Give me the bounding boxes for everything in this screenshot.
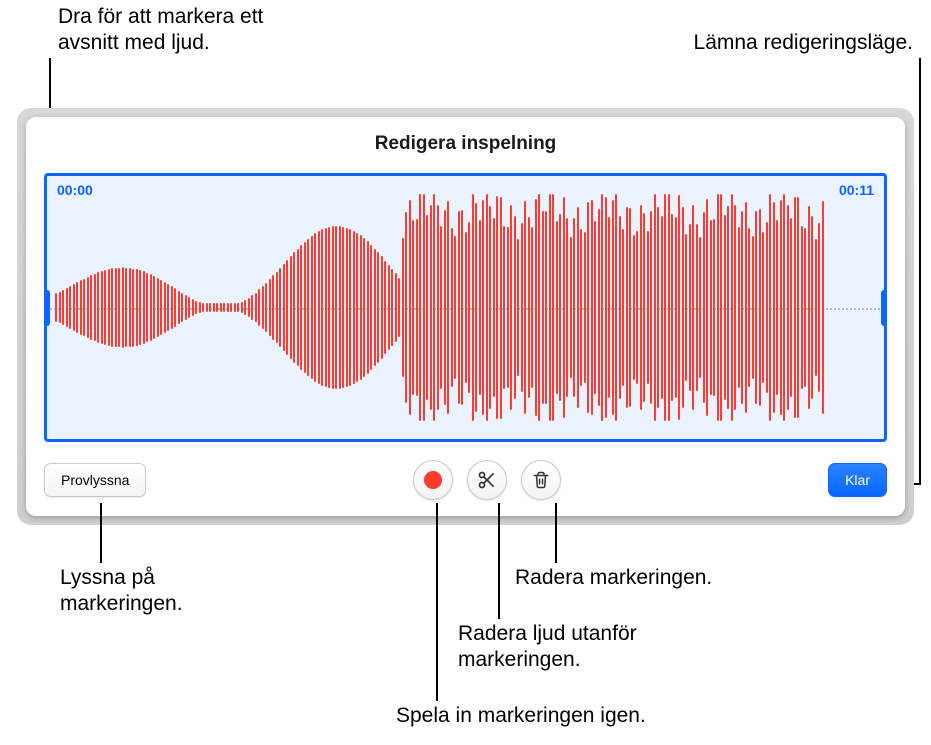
- edit-recording-panel: Redigera inspelning 00:00 00:11 Provlyss…: [26, 117, 905, 516]
- delete-button[interactable]: [521, 460, 561, 500]
- record-icon: [424, 471, 442, 489]
- callout-line: [436, 503, 438, 701]
- record-button[interactable]: [413, 460, 453, 500]
- callout-trim-outside: Radera ljud utanför markeringen.: [458, 621, 637, 674]
- callout-line: [498, 503, 500, 619]
- callout-rerecord: Spela in markeringen igen.: [396, 703, 646, 729]
- trim-button[interactable]: [467, 460, 507, 500]
- waveform: [55, 194, 876, 421]
- callout-delete-selection: Radera markeringen.: [515, 565, 712, 591]
- trash-icon: [532, 470, 550, 490]
- callout-drag-select: Dra för att markera ett avsnitt med ljud…: [58, 4, 263, 57]
- done-button[interactable]: Klar: [828, 463, 887, 497]
- callout-line: [100, 503, 102, 563]
- callout-line: [919, 58, 921, 483]
- callout-line: [555, 503, 557, 563]
- editor-toolbar: Provlyssna: [44, 458, 887, 502]
- callout-listen: Lyssna på markeringen.: [60, 565, 183, 618]
- preview-button[interactable]: Provlyssna: [44, 463, 146, 497]
- callout-leave-edit: Lämna redigeringsläge.: [694, 30, 913, 56]
- selection-handle-left[interactable]: [44, 290, 50, 326]
- selection-handle-right[interactable]: [881, 290, 887, 326]
- scissors-icon: [477, 470, 497, 490]
- waveform-selection-area[interactable]: 00:00 00:11: [44, 173, 887, 442]
- panel-title: Redigera inspelning: [44, 133, 887, 155]
